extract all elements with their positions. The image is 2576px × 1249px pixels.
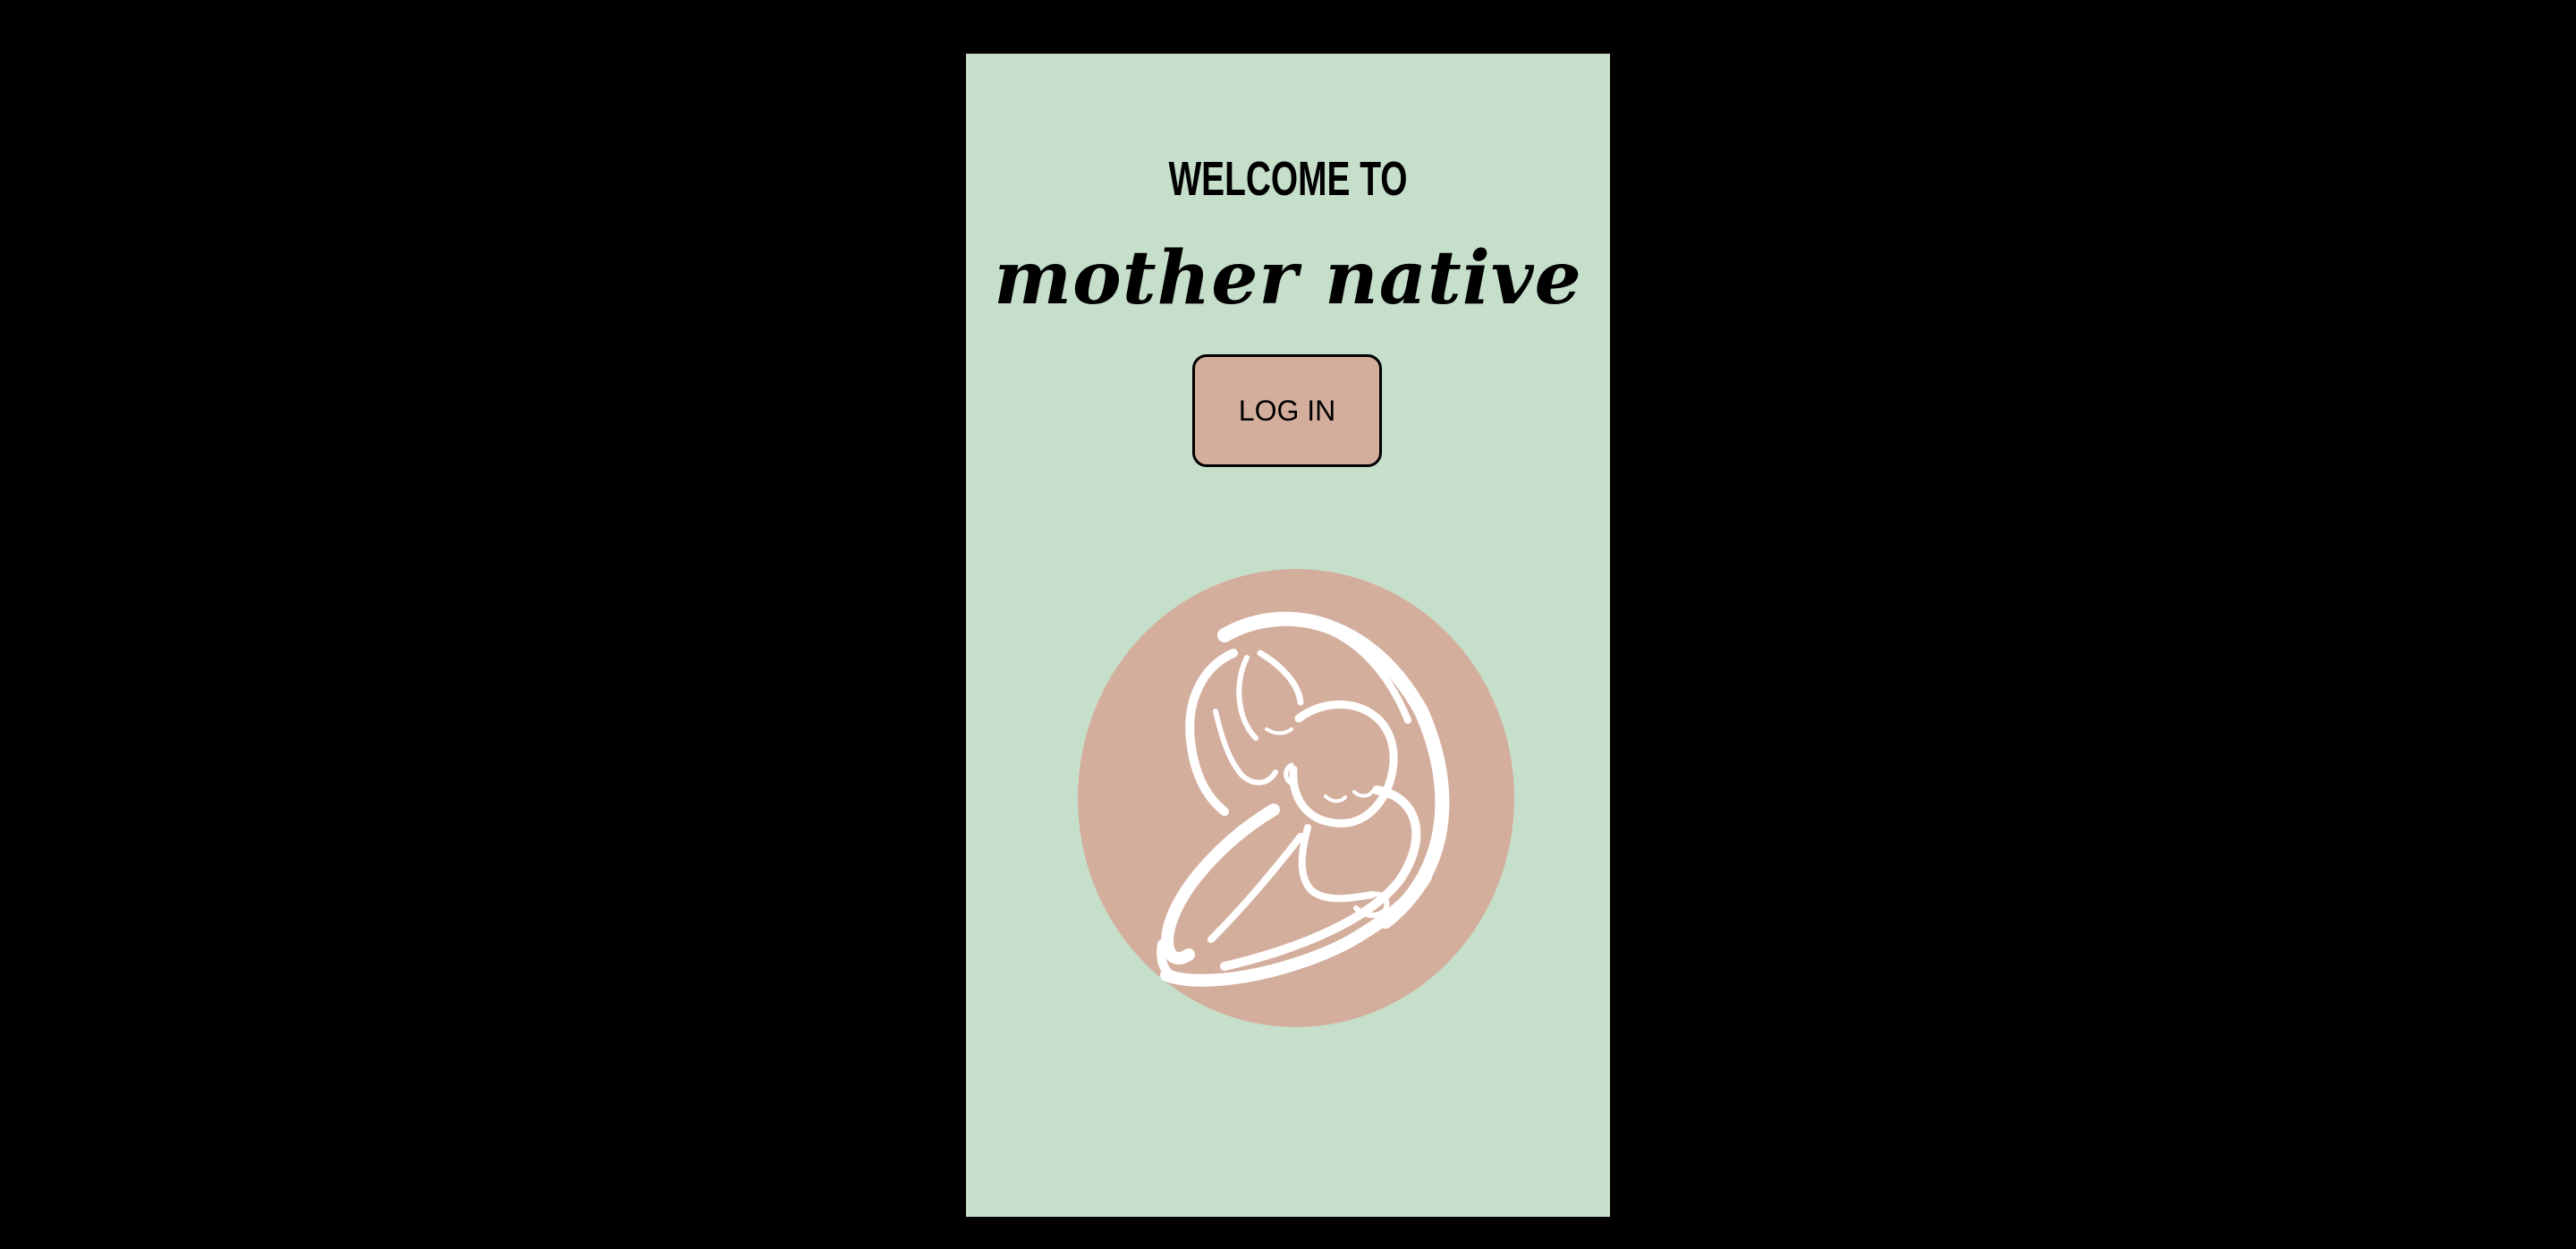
mother-and-baby-icon <box>1077 568 1515 1029</box>
login-button[interactable]: LOG IN <box>1192 354 1382 467</box>
app-screen: WELCOME TO mother native LOG IN <box>966 54 1610 1217</box>
app-name-title: mother native <box>994 235 1582 321</box>
welcome-heading: WELCOME TO <box>1168 152 1408 206</box>
viewport: WELCOME TO mother native LOG IN <box>0 0 2576 1249</box>
